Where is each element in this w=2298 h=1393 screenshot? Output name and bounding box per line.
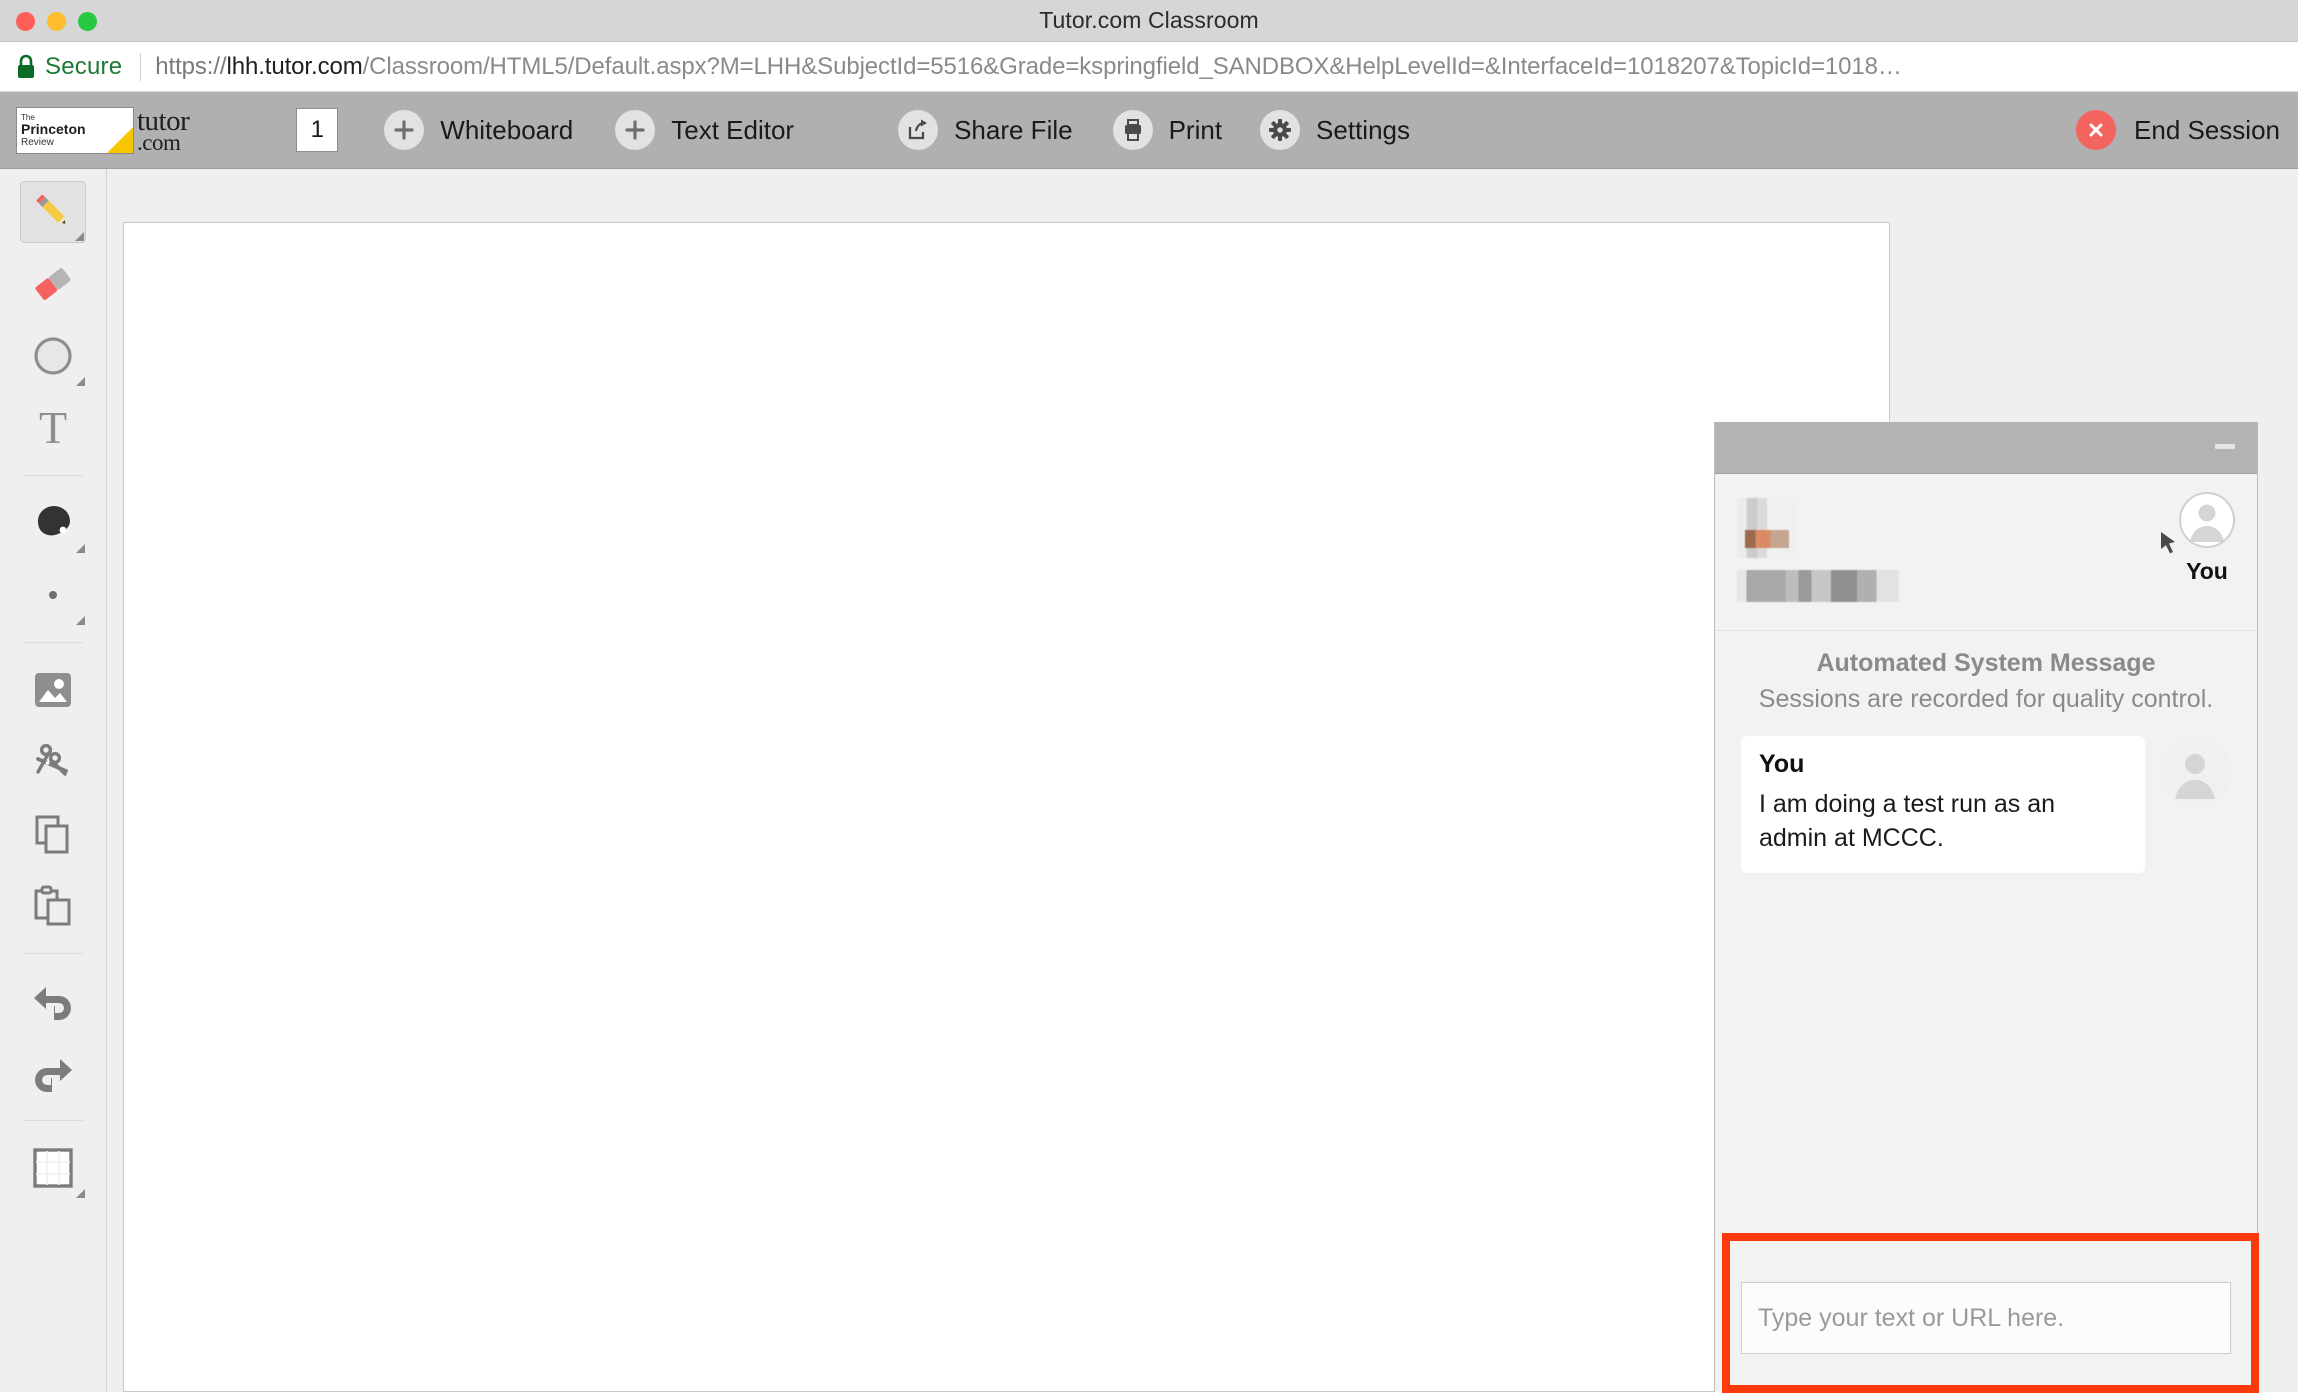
copy-tool[interactable]	[20, 803, 86, 865]
window-minimize-button[interactable]	[47, 11, 66, 31]
redo-arrow-icon	[35, 1059, 72, 1092]
url-text[interactable]: https://lhh.tutor.com/Classroom/HTML5/De…	[155, 53, 1902, 81]
pencil-icon	[36, 194, 66, 224]
shape-tool[interactable]	[20, 325, 86, 387]
paste-icon	[34, 885, 71, 926]
browser-address-bar[interactable]: Secure https://lhh.tutor.com/Classroom/H…	[0, 42, 2298, 92]
lock-icon	[16, 54, 36, 80]
tool-options-corner[interactable]	[76, 1189, 85, 1198]
redo-tool[interactable]	[20, 1042, 86, 1104]
print-label: Print	[1168, 114, 1223, 145]
add-whiteboard-label: Whiteboard	[440, 114, 574, 145]
system-message-title: Automated System Message	[1816, 649, 2156, 677]
tool-divider	[23, 642, 83, 643]
image-tool[interactable]	[20, 659, 86, 721]
add-text-editor-label: Text Editor	[671, 114, 795, 145]
chat-message-author: You	[1759, 750, 1805, 778]
color-tool[interactable]	[20, 492, 86, 554]
undo-tool[interactable]	[20, 970, 86, 1032]
tool-options-corner[interactable]	[75, 232, 84, 241]
chat-message-text: I am doing a test run as an admin at MCC…	[1759, 790, 2056, 852]
secure-label: Secure	[45, 52, 123, 80]
dot-icon	[49, 591, 57, 599]
text-tool[interactable]: T	[20, 397, 86, 459]
window-close-button[interactable]	[16, 11, 35, 31]
chat-panel-header	[1715, 422, 2257, 474]
person-silhouette-icon	[2190, 504, 2224, 542]
princeton-review-mark: The Princeton Review	[16, 106, 134, 154]
minimize-icon[interactable]	[2215, 444, 2235, 449]
traffic-lights	[16, 0, 97, 42]
page-number-field[interactable]: 1	[296, 108, 339, 152]
self-participant-label: You	[2186, 558, 2228, 584]
color-blob-icon	[38, 506, 70, 536]
circle-icon	[34, 337, 72, 375]
chat-message: You I am doing a test run as an admin at…	[1741, 736, 2231, 873]
logo-yellow-triangle	[107, 126, 133, 153]
paste-tool[interactable]	[20, 875, 86, 937]
share-file-label: Share File	[954, 114, 1073, 145]
settings-label: Settings	[1316, 114, 1410, 145]
text-t-icon: T	[38, 402, 68, 453]
plus-icon	[384, 110, 425, 150]
avatar	[2159, 736, 2231, 808]
tool-options-corner[interactable]	[76, 616, 85, 625]
window-title: Tutor.com Classroom	[1039, 7, 1259, 33]
tool-options-corner[interactable]	[76, 544, 85, 553]
end-session-button[interactable]: End Session	[2076, 92, 2280, 169]
share-icon	[898, 110, 939, 150]
settings-button[interactable]: Settings	[1260, 92, 1410, 169]
scissors-icon	[36, 743, 68, 776]
tool-options-corner[interactable]	[76, 377, 85, 386]
tool-divider	[23, 953, 83, 954]
tool-rail: T	[0, 169, 107, 1392]
chat-panel: You Automated System Message Sessions ar…	[1714, 422, 2258, 1392]
url-host: lhh.tutor.com	[226, 52, 363, 80]
tutor-com-logo[interactable]: The Princeton Review tutor .com	[16, 106, 190, 154]
chat-bubble: You I am doing a test run as an admin at…	[1741, 736, 2145, 873]
peer-name-redacted	[1737, 570, 1899, 602]
address-divider	[140, 52, 142, 81]
peer-avatar-redacted	[1737, 498, 1797, 558]
system-message-text: Sessions are recorded for quality contro…	[1758, 685, 2214, 713]
plus-icon	[615, 110, 656, 150]
print-button[interactable]: Print	[1112, 92, 1223, 169]
eraser-tool[interactable]	[20, 253, 86, 315]
chat-input[interactable]	[1741, 1282, 2231, 1354]
chat-input-area	[1715, 1242, 2257, 1392]
window-titlebar: Tutor.com Classroom	[0, 0, 2298, 42]
window-zoom-button[interactable]	[78, 11, 97, 31]
tool-divider	[23, 475, 83, 476]
add-text-editor-button[interactable]: Text Editor	[615, 92, 794, 169]
stroke-width-tool[interactable]	[20, 564, 86, 626]
close-circle-icon	[2076, 110, 2117, 150]
add-whiteboard-button[interactable]: Whiteboard	[384, 92, 573, 169]
person-silhouette-icon	[2175, 754, 2215, 799]
tutor-wordmark: tutor .com	[137, 106, 190, 154]
image-icon	[35, 673, 71, 707]
tool-divider	[23, 1120, 83, 1121]
participants-bar: You	[1715, 474, 2257, 630]
gear-icon	[1260, 110, 1301, 150]
url-scheme: https://	[155, 52, 227, 80]
cut-tool[interactable]	[20, 731, 86, 793]
avatar	[2179, 492, 2235, 548]
undo-arrow-icon	[34, 987, 71, 1020]
whiteboard-canvas[interactable]	[123, 222, 1890, 1392]
copy-icon	[35, 815, 69, 854]
background-tool[interactable]	[20, 1137, 86, 1199]
grid-square-icon	[33, 1148, 73, 1188]
self-participant: You	[2179, 492, 2235, 585]
app-toolbar: The Princeton Review tutor .com 1 Whiteb…	[0, 92, 2298, 169]
mouse-cursor-icon	[2161, 532, 2175, 554]
eraser-icon	[35, 268, 71, 300]
printer-icon	[1112, 110, 1153, 150]
peer-participant	[1737, 498, 1899, 602]
url-path: /Classroom/HTML5/Default.aspx?M=LHH&Subj…	[362, 52, 1902, 80]
share-file-button[interactable]: Share File	[898, 92, 1073, 169]
pencil-tool[interactable]	[20, 181, 86, 243]
end-session-label: End Session	[2134, 114, 2280, 145]
chat-message-list: Automated System Message Sessions are re…	[1715, 630, 2257, 1242]
